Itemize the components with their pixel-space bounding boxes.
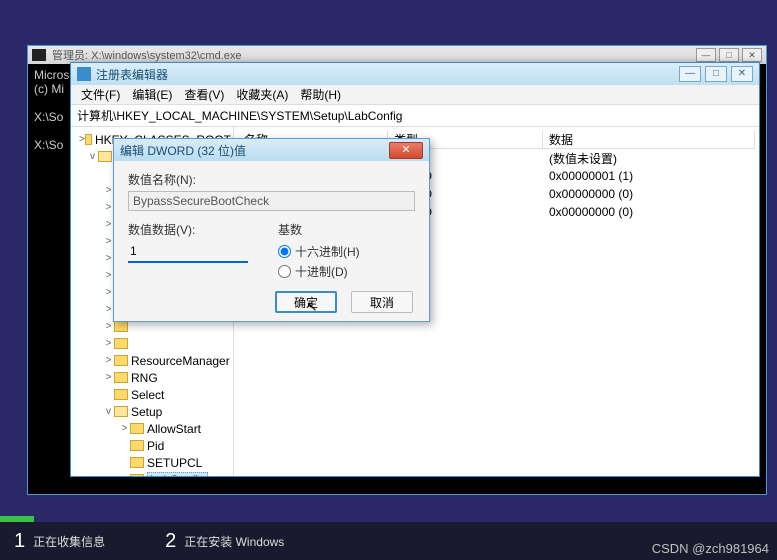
tree-item[interactable]: >ResourceManager	[73, 352, 231, 369]
regedit-titlebar[interactable]: 注册表编辑器 — □ ✕	[71, 63, 759, 85]
cmd-title-text: 管理员: X:\windows\system32\cmd.exe	[52, 47, 242, 63]
name-field: BypassSecureBootCheck	[128, 191, 415, 211]
name-label: 数值名称(N):	[128, 171, 415, 188]
tree-item[interactable]: SETUPCL	[73, 454, 231, 471]
dialog-title-text: 编辑 DWORD (32 位)值	[120, 142, 246, 159]
ok-button[interactable]: 确定	[275, 291, 337, 313]
regedit-icon	[77, 67, 91, 81]
regedit-pathbar[interactable]: 计算机\HKEY_LOCAL_MACHINE\SYSTEM\Setup\LabC…	[71, 105, 759, 127]
regedit-title-text: 注册表编辑器	[96, 66, 168, 83]
base-label: 基数	[278, 221, 360, 238]
tree-item[interactable]: vSetup	[73, 403, 231, 420]
step-label: 正在收集信息	[33, 533, 105, 550]
watermark: CSDN @zch981964	[652, 541, 769, 556]
edit-dword-dialog: 编辑 DWORD (32 位)值 ✕ 数值名称(N): BypassSecure…	[113, 138, 430, 322]
value-input[interactable]	[128, 241, 248, 263]
tree-item[interactable]: >	[73, 335, 231, 352]
tree-item[interactable]: Pid	[73, 437, 231, 454]
value-label: 数值数据(V):	[128, 221, 248, 238]
radio-hex[interactable]: 十六进制(H)	[278, 241, 360, 261]
dialog-close-button[interactable]: ✕	[389, 142, 423, 159]
cmd-icon	[32, 49, 46, 61]
tree-item[interactable]: >AllowStart	[73, 420, 231, 437]
regedit-close-button[interactable]: ✕	[731, 66, 753, 82]
menu-help[interactable]: 帮助(H)	[296, 85, 345, 104]
regedit-menubar: 文件(F) 编辑(E) 查看(V) 收藏夹(A) 帮助(H)	[71, 85, 759, 105]
menu-fav[interactable]: 收藏夹(A)	[232, 85, 292, 104]
menu-file[interactable]: 文件(F)	[77, 85, 124, 104]
cmd-close-button[interactable]: ✕	[742, 48, 762, 62]
setup-step-2: 2 正在安装 Windows	[165, 530, 284, 553]
step-number: 1	[14, 530, 25, 553]
regedit-min-button[interactable]: —	[679, 66, 701, 82]
cmd-min-button[interactable]: —	[696, 48, 716, 62]
radio-dec[interactable]: 十进制(D)	[278, 261, 360, 281]
col-data[interactable]: 数据	[543, 131, 755, 148]
step-number: 2	[165, 530, 176, 553]
menu-view[interactable]: 查看(V)	[180, 85, 228, 104]
step-label: 正在安装 Windows	[184, 533, 284, 550]
tree-item[interactable]: LabConfig	[73, 471, 231, 476]
cmd-max-button[interactable]: □	[719, 48, 739, 62]
tree-item[interactable]: >RNG	[73, 369, 231, 386]
tree-item[interactable]: Select	[73, 386, 231, 403]
regedit-path-text: 计算机\HKEY_LOCAL_MACHINE\SYSTEM\Setup\LabC…	[77, 107, 402, 124]
cancel-button[interactable]: 取消	[351, 291, 413, 313]
setup-step-1: 1 正在收集信息	[14, 530, 105, 553]
menu-edit[interactable]: 编辑(E)	[128, 85, 176, 104]
regedit-max-button[interactable]: □	[705, 66, 727, 82]
dialog-titlebar[interactable]: 编辑 DWORD (32 位)值 ✕	[114, 139, 429, 161]
